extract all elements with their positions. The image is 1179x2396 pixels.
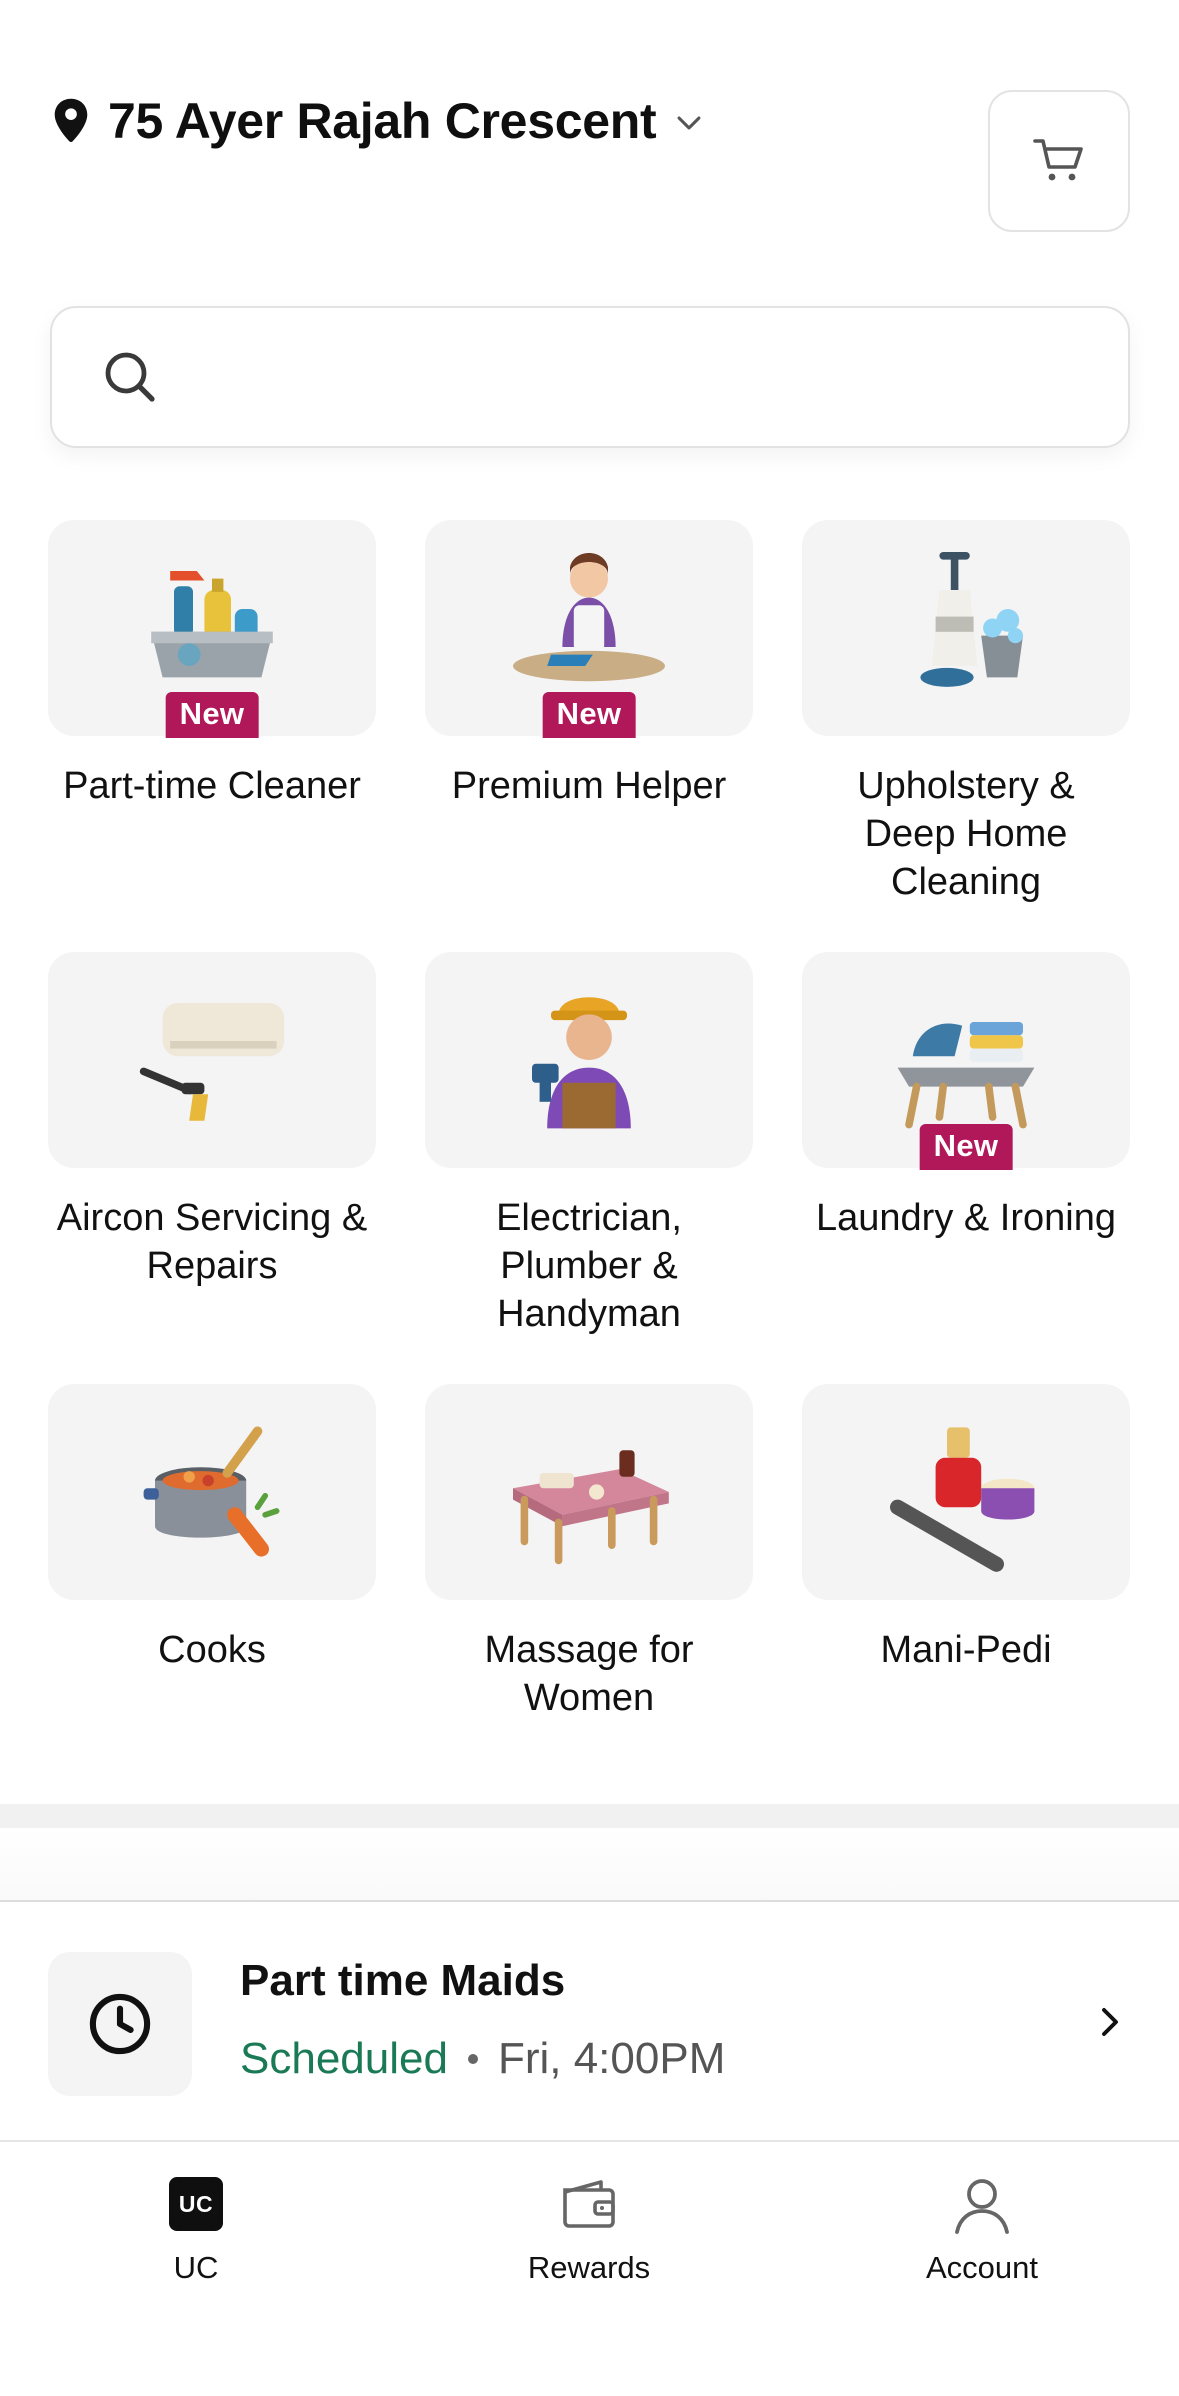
chevron-right-icon[interactable] [1092,2004,1128,2040]
chevron-down-icon [677,116,701,130]
booking-time: Fri, 4:00PM [497,2034,726,2083]
upcoming-booking-card[interactable]: Part time Maids Scheduled Fri, 4:00PM [0,1902,1179,2140]
uc-logo: UC [169,2177,223,2231]
service-card[interactable] [48,1384,376,1600]
service-laundry-ironing[interactable]: New Laundry & Ironing [802,952,1130,1242]
service-part-time-cleaner[interactable]: New Part-time Cleaner [48,520,376,810]
nav-label-uc: UC [173,2250,219,2285]
cart-icon [1033,139,1083,181]
service-electrician-plumber-handyman[interactable]: Electrician, Plumber & Handyman [425,952,753,1338]
booking-meta: Scheduled Fri, 4:00PM [240,2034,725,2084]
cart-button[interactable] [988,90,1130,232]
nav-label-account: Account [925,2250,1038,2285]
massage-table-icon [513,1450,669,1565]
service-label: Part-time Cleaner [63,765,361,807]
service-premium-helper[interactable]: New Premium Helper [425,520,753,810]
address-label: 75 Ayer Rajah Crescent [108,93,657,149]
service-card[interactable]: New [802,952,1130,1170]
service-label: Mani-Pedi [880,1629,1052,1671]
nav-item-rewards[interactable]: Rewards [459,2172,719,2286]
cooking-pot-icon [143,1426,280,1557]
search-input[interactable] [186,354,1086,400]
service-label: Massage for Women [484,1629,694,1719]
service-cooks[interactable]: Cooks [48,1384,376,1674]
aircon-icon [139,1003,285,1121]
uc-logo-icon: UC [164,2172,228,2236]
booking-icon-container [48,1952,192,2096]
service-label: Cooks [158,1629,266,1671]
service-card[interactable] [425,952,753,1168]
service-card[interactable] [425,1384,753,1600]
service-card[interactable] [802,520,1130,736]
new-badge: New [919,1124,1013,1170]
content-fade [0,1828,1179,1902]
booking-status: Scheduled [240,2034,448,2083]
service-label: Aircon Servicing & Repairs [56,1197,368,1287]
handyman-icon [532,997,631,1129]
header: 75 Ayer Rajah Crescent [0,0,1179,260]
new-badge: New [542,692,636,738]
nav-label-rewards: Rewards [527,2250,651,2285]
nav-item-account[interactable]: Account [852,2172,1112,2286]
nail-polish-icon [890,1427,1035,1572]
bottom-nav: UC UC Rewards Account [0,2142,1179,2396]
booking-title: Part time Maids [240,1956,566,2005]
service-aircon-servicing[interactable]: Aircon Servicing & Repairs [48,952,376,1290]
service-upholstery-deep-cleaning[interactable]: Upholstery & Deep Home Cleaning [802,520,1130,906]
wallet-icon [557,2172,621,2236]
separator-dot [467,2054,478,2064]
service-card[interactable]: New [425,520,753,738]
nav-item-uc[interactable]: UC UC [66,2172,326,2286]
section-divider [0,1804,1179,1828]
service-label: Electrician, Plumber & Handyman [496,1197,682,1335]
service-label: Laundry & Ironing [816,1197,1116,1239]
account-icon [950,2172,1014,2236]
service-card[interactable] [802,1384,1130,1600]
location-selector[interactable]: 75 Ayer Rajah Crescent [50,92,706,150]
service-card[interactable] [48,952,376,1168]
clock-icon [89,1993,151,2055]
service-card[interactable]: New [48,520,376,738]
service-massage-for-women[interactable]: Massage for Women [425,1384,753,1722]
floor-scrubber-icon [920,552,1023,687]
service-mani-pedi[interactable]: Mani-Pedi [802,1384,1130,1674]
service-label: Premium Helper [451,765,727,807]
search-bar[interactable] [50,306,1130,448]
location-pin-icon [54,98,88,143]
search-icon [105,352,155,402]
service-label: Upholstery & Deep Home Cleaning [857,765,1075,903]
new-badge: New [165,692,259,738]
